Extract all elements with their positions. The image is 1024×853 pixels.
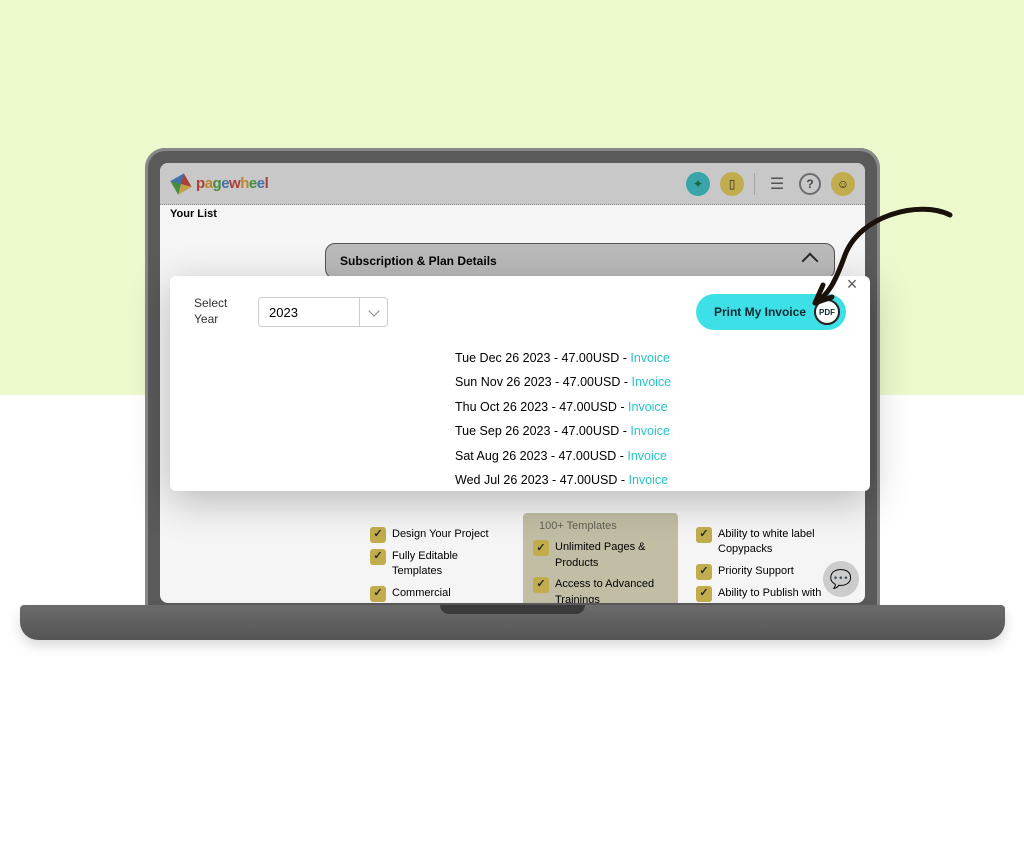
check-icon xyxy=(696,564,712,580)
chat-bubble-icon[interactable]: 💬 xyxy=(823,561,859,597)
select-year-label: Select Year xyxy=(194,296,244,327)
rocket-icon[interactable]: ✦ xyxy=(686,172,710,196)
panel-title: Subscription & Plan Details xyxy=(340,254,497,268)
invoice-list: Tue Dec 26 2023 - 47.00USD - Invoice Sun… xyxy=(455,346,671,492)
invoice-row: Tue Dec 26 2023 - 47.00USD - Invoice xyxy=(455,346,671,370)
pinwheel-icon xyxy=(168,170,195,197)
invoice-link[interactable]: Invoice xyxy=(629,473,669,487)
check-icon xyxy=(696,527,712,543)
check-icon xyxy=(533,540,549,556)
avatar-smile-icon[interactable]: ☺ xyxy=(831,172,855,196)
invoice-link[interactable]: Invoice xyxy=(632,375,672,389)
app-header: pagewheel ✦ ▯ ☰ ? ☺ xyxy=(160,163,865,205)
subscription-panel: Subscription & Plan Details xyxy=(325,243,835,279)
pdf-icon: PDF xyxy=(814,299,840,325)
invoice-row: Thu Oct 26 2023 - 47.00USD - Invoice xyxy=(455,395,671,419)
invoice-link[interactable]: Invoice xyxy=(627,449,667,463)
check-icon xyxy=(533,577,549,593)
check-icon xyxy=(696,586,712,602)
check-icon xyxy=(370,527,386,543)
check-icon xyxy=(370,549,386,565)
chevron-down-icon[interactable] xyxy=(359,298,387,326)
plan-column-3: Ability to white label Copypacks Priorit… xyxy=(686,513,841,603)
check-icon xyxy=(370,586,386,602)
invoice-row: Wed Jul 26 2023 - 47.00USD - Invoice xyxy=(455,468,671,492)
brand-name: pagewheel xyxy=(196,175,268,192)
your-list-label: Your List xyxy=(170,208,217,220)
year-select[interactable]: 2023 xyxy=(258,297,388,327)
invoice-link[interactable]: Invoice xyxy=(630,351,670,365)
invoice-row: Sun Nov 26 2023 - 47.00USD - Invoice xyxy=(455,370,671,394)
print-button-label: Print My Invoice xyxy=(714,305,806,319)
year-value: 2023 xyxy=(269,305,298,320)
invoice-row: Tue Sep 26 2023 - 47.00USD - Invoice xyxy=(455,419,671,443)
invoice-link[interactable]: Invoice xyxy=(628,400,668,414)
laptop-notch xyxy=(440,605,585,614)
invoice-row: Sat Aug 26 2023 - 47.00USD - Invoice xyxy=(455,444,671,468)
plan-column-1: Design Your Project Fully Editable Templ… xyxy=(360,513,515,603)
chevron-up-icon[interactable] xyxy=(802,253,819,270)
document-icon[interactable]: ▯ xyxy=(720,172,744,196)
help-icon[interactable]: ? xyxy=(799,173,821,195)
close-icon[interactable]: × xyxy=(842,274,862,294)
plan-column-2: 100+ Templates Unlimited Pages & Product… xyxy=(523,513,678,603)
header-divider xyxy=(754,173,755,195)
invoice-link[interactable]: Invoice xyxy=(630,424,670,438)
invoice-modal: × Select Year 2023 Print My Invoice PDF … xyxy=(170,276,870,491)
print-invoice-button[interactable]: Print My Invoice PDF xyxy=(696,294,846,330)
menu-icon[interactable]: ☰ xyxy=(765,172,789,196)
